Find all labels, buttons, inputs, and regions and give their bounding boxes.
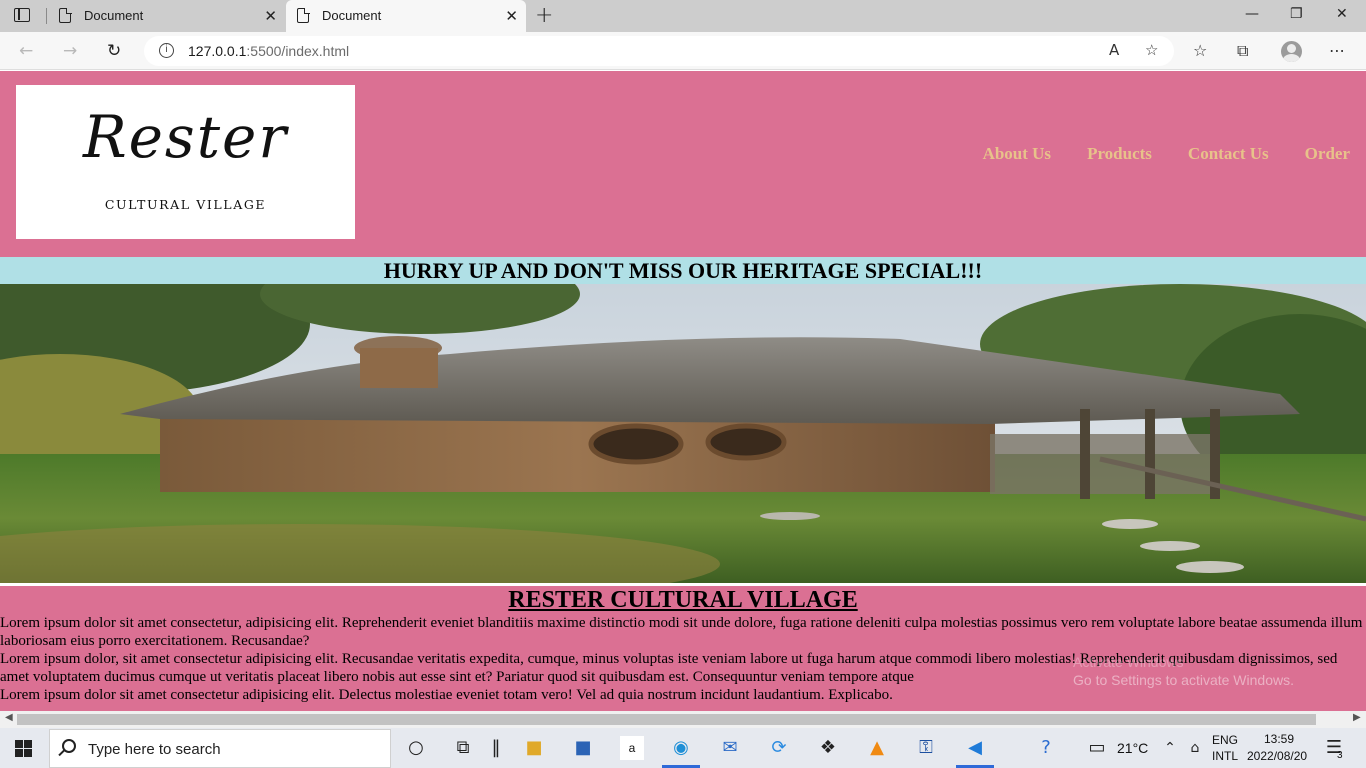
store-icon[interactable]: ■	[571, 736, 595, 760]
promo-banner: HURRY UP AND DON'T MISS OUR HERITAGE SPE…	[0, 257, 1366, 284]
help-icon[interactable]: ?	[1034, 736, 1058, 760]
windows-start-icon[interactable]	[15, 740, 32, 757]
document-icon	[297, 7, 310, 23]
url-text[interactable]: 127.0.0.1:5500/index.html	[188, 43, 349, 59]
vlc-icon[interactable]: ▲	[865, 736, 889, 760]
about-heading: RESTER CULTURAL VILLAGE	[508, 587, 858, 613]
divider-icon: ‖	[491, 737, 501, 758]
cortana-icon[interactable]: ○	[404, 736, 428, 760]
url-host: 127.0.0.1	[188, 43, 247, 59]
tab-title: Document	[322, 8, 382, 23]
taskbar-search[interactable]: Type here to search	[49, 729, 391, 768]
main-nav: About Us Products Contact Us Order	[983, 144, 1350, 164]
activate-windows-hint: Go to Settings to activate Windows.	[1073, 672, 1294, 688]
mail-icon[interactable]: ✉	[718, 736, 742, 760]
nav-products[interactable]: Products	[1087, 144, 1152, 164]
forward-icon[interactable]: →	[63, 41, 77, 61]
nav-about-us[interactable]: About Us	[983, 144, 1052, 164]
browser-tab-1[interactable]: Document ✕	[48, 0, 285, 32]
more-options-icon[interactable]: ⋯	[1329, 41, 1345, 60]
nav-contact-us[interactable]: Contact Us	[1188, 144, 1269, 164]
address-bar[interactable]: i 127.0.0.1:5500/index.html A ☆	[144, 36, 1174, 66]
file-explorer-icon[interactable]: ■	[522, 736, 546, 760]
promo-heading: HURRY UP AND DON'T MISS OUR HERITAGE SPE…	[383, 258, 983, 283]
browser-tab-2[interactable]: Document ✕	[286, 0, 526, 32]
clock-time[interactable]: 13:59	[1264, 732, 1294, 746]
site-info-icon[interactable]: i	[159, 43, 174, 58]
tab-separator	[46, 8, 47, 24]
about-paragraph-3: Lorem ipsum dolor sit amet consectetur a…	[0, 687, 893, 703]
close-window-icon[interactable]: ✕	[1336, 6, 1348, 22]
windows-taskbar: Type here to search ○ ⧉ ‖ ■ ■ a ◉ ✉ ⟳ ❖ …	[0, 728, 1366, 768]
close-tab-icon[interactable]: ✕	[264, 7, 277, 25]
show-hidden-icons[interactable]: ⌃	[1158, 736, 1182, 760]
read-aloud-icon[interactable]: A	[1109, 41, 1119, 59]
logo[interactable]: Rester CULTURAL VILLAGE	[16, 85, 355, 239]
task-view-icon[interactable]: ⧉	[451, 736, 475, 760]
language-primary[interactable]: ENG	[1212, 733, 1238, 747]
logo-script-text: Rester	[82, 103, 289, 171]
profile-avatar[interactable]	[1281, 41, 1302, 62]
weather-temp[interactable]: 21°C	[1117, 740, 1148, 756]
clock-date[interactable]: 2022/08/20	[1247, 749, 1307, 763]
url-path: :5500/index.html	[246, 43, 350, 59]
sync-icon[interactable]: ⟳	[767, 736, 791, 760]
restore-icon[interactable]: ❐	[1290, 6, 1303, 22]
search-icon	[62, 739, 76, 753]
browser-tab-bar: Document ✕ Document ✕ + — ❐ ✕	[0, 0, 1366, 32]
language-secondary[interactable]: INTL	[1212, 749, 1238, 763]
scroll-thumb[interactable]	[17, 714, 1316, 725]
logo-subtitle: CULTURAL VILLAGE	[104, 197, 267, 212]
dropbox-icon[interactable]: ❖	[816, 736, 840, 760]
scroll-right-icon[interactable]: ▶	[1353, 712, 1361, 723]
edge-icon[interactable]: ◉	[669, 736, 693, 760]
page-viewport: Rester CULTURAL VILLAGE About Us Product…	[0, 71, 1366, 711]
close-tab-icon[interactable]: ✕	[505, 7, 518, 25]
nav-order[interactable]: Order	[1305, 144, 1350, 164]
refresh-icon[interactable]: ↻	[107, 41, 121, 61]
vscode-icon[interactable]: ◀	[963, 736, 987, 760]
scroll-left-icon[interactable]: ◀	[5, 712, 13, 723]
tab-actions-icon[interactable]	[14, 8, 32, 24]
horizontal-scrollbar[interactable]: ◀ ▶	[0, 711, 1366, 728]
thatched-hut-photo	[0, 284, 1366, 583]
document-icon	[59, 7, 72, 23]
collections-icon[interactable]: ⧉	[1237, 41, 1248, 61]
network-icon[interactable]: ⌂	[1183, 736, 1207, 760]
address-toolbar: ← → ↻ i 127.0.0.1:5500/index.html A ☆ ☆ …	[0, 32, 1366, 70]
amazon-icon[interactable]: a	[620, 736, 644, 760]
add-favorite-icon[interactable]: ☆	[1145, 41, 1158, 59]
site-header: Rester CULTURAL VILLAGE About Us Product…	[0, 71, 1366, 257]
hero-image	[0, 284, 1366, 583]
notification-count: 3	[1337, 750, 1343, 761]
weather-icon[interactable]: ▭	[1085, 736, 1109, 760]
favorites-icon[interactable]: ☆	[1193, 41, 1207, 60]
minimize-icon[interactable]: —	[1245, 6, 1259, 22]
keepass-icon[interactable]: ⚿	[914, 736, 938, 760]
new-tab-icon[interactable]: +	[535, 3, 553, 28]
tab-title: Document	[84, 8, 144, 23]
back-icon[interactable]: ←	[19, 41, 33, 61]
search-placeholder: Type here to search	[88, 741, 221, 758]
about-paragraph-1: Lorem ipsum dolor sit amet consectetur, …	[0, 615, 1363, 649]
activate-windows-title: Activate Windows	[1073, 654, 1184, 670]
about-section: RESTER CULTURAL VILLAGE Lorem ipsum dolo…	[0, 586, 1366, 711]
